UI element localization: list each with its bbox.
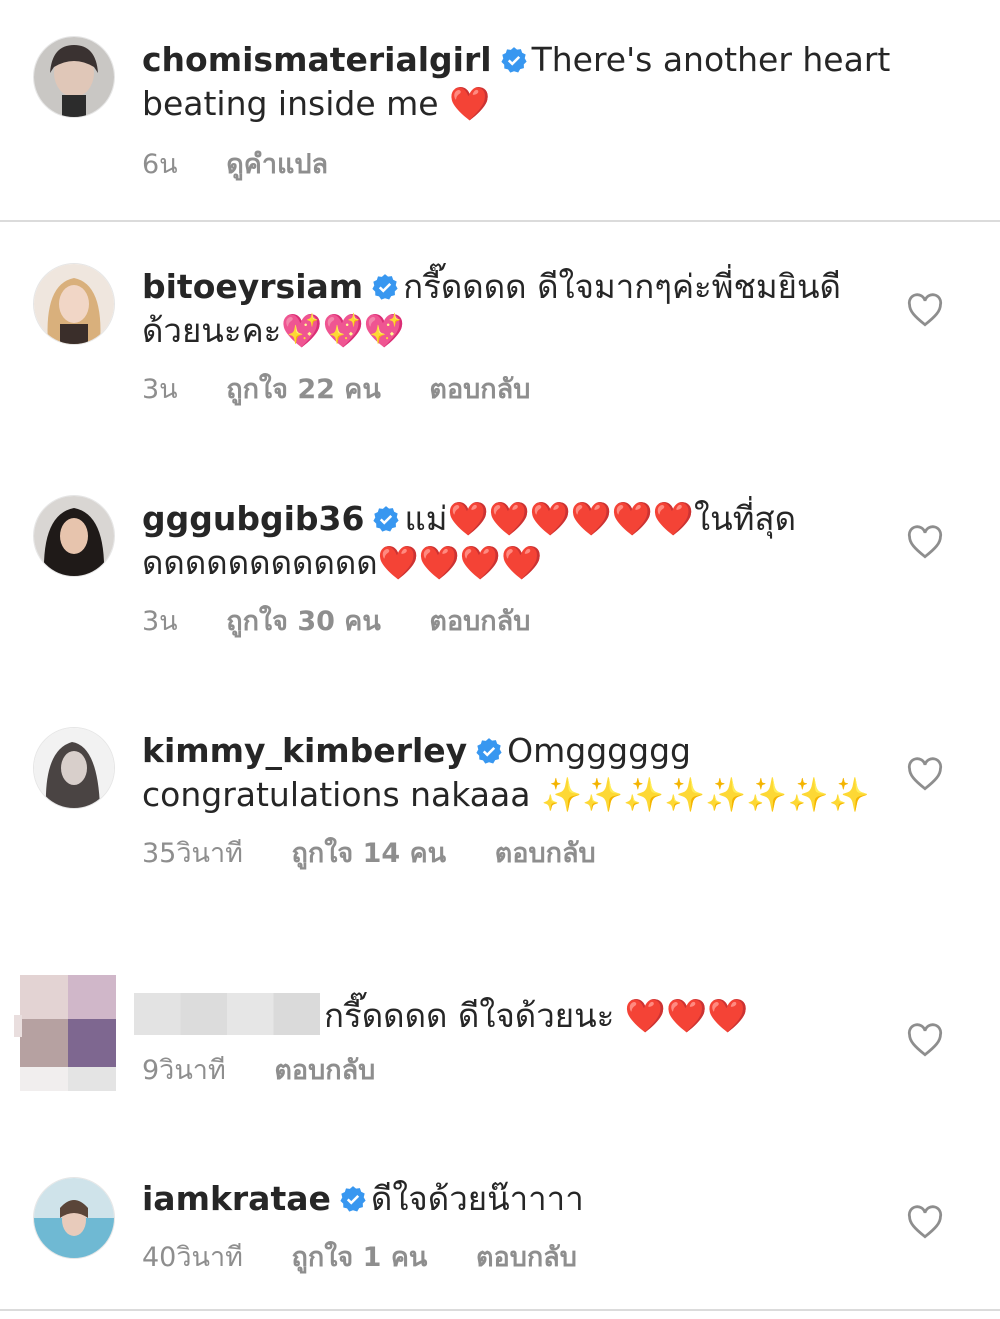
likes-count[interactable]: ถูกใจ 22 คน: [226, 374, 381, 405]
divider: [0, 1309, 1000, 1311]
heart-outline-icon[interactable]: [906, 1023, 944, 1057]
avatar[interactable]: [33, 1177, 115, 1259]
comment-text: ดีใจด้วยน๊าาาา: [370, 1179, 584, 1218]
comment-time: 6น: [142, 149, 178, 180]
username[interactable]: bitoeyrsiam: [142, 267, 363, 306]
redacted-username: [134, 993, 320, 1035]
reply-button[interactable]: ตอบกลับ: [429, 374, 530, 405]
heart-outline-icon[interactable]: [906, 293, 944, 327]
avatar[interactable]: [33, 36, 115, 118]
comment-time: 40วินาที: [142, 1242, 243, 1273]
verified-badge-icon: [475, 737, 503, 765]
likes-count[interactable]: ถูกใจ 1 คน: [292, 1242, 428, 1273]
comment-text: กรี๊ดดดด ดีใจด้วยนะ ❤️❤️❤️: [324, 996, 749, 1035]
comment-time: 3น: [142, 374, 178, 405]
heart-outline-icon[interactable]: [906, 757, 944, 791]
reply-button[interactable]: ตอบกลับ: [429, 606, 530, 637]
username[interactable]: iamkratae: [142, 1179, 331, 1218]
username[interactable]: chomismaterialgirl: [142, 40, 492, 79]
likes-count[interactable]: ถูกใจ 14 คน: [292, 838, 447, 869]
username[interactable]: gggubgib36: [142, 499, 364, 538]
verified-badge-icon: [372, 505, 400, 533]
avatar[interactable]: [33, 727, 115, 809]
comment-time: 3น: [142, 606, 178, 637]
verified-badge-icon: [500, 46, 528, 74]
avatar[interactable]: [33, 495, 115, 577]
verified-badge-icon: [371, 273, 399, 301]
verified-badge-icon: [339, 1185, 367, 1213]
heart-outline-icon[interactable]: [906, 525, 944, 559]
reply-button[interactable]: ตอบกลับ: [274, 1055, 375, 1086]
comment-time: 9วินาที: [142, 1055, 226, 1086]
reply-button[interactable]: ตอบกลับ: [495, 838, 596, 869]
heart-outline-icon[interactable]: [906, 1205, 944, 1239]
username[interactable]: kimmy_kimberley: [142, 731, 467, 770]
reply-button[interactable]: ตอบกลับ: [476, 1242, 577, 1273]
avatar[interactable]: [14, 975, 116, 1095]
likes-count[interactable]: ถูกใจ 30 คน: [226, 606, 381, 637]
avatar[interactable]: [33, 263, 115, 345]
translate-link[interactable]: ดูคำแปล: [226, 149, 328, 180]
comment-time: 35วินาที: [142, 838, 243, 869]
divider: [0, 220, 1000, 222]
